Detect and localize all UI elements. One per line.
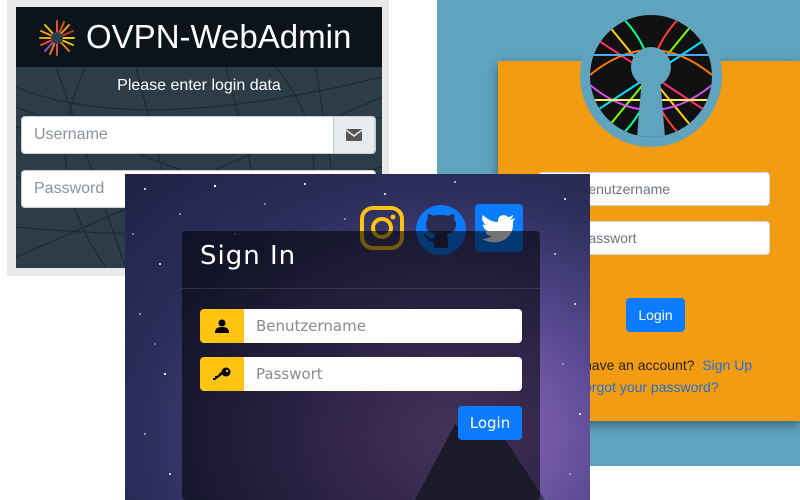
ovpn-burst-logo bbox=[39, 20, 75, 56]
login-subtitle: Please enter login data bbox=[117, 77, 281, 94]
header-bar: OVPN-WebAdmin bbox=[16, 7, 382, 67]
username-placeholder: Benutzername bbox=[579, 181, 671, 197]
email-addon bbox=[333, 116, 375, 154]
key-icon bbox=[213, 367, 231, 380]
username-group: Benutzername bbox=[200, 309, 522, 343]
app-title: OVPN-WebAdmin bbox=[86, 18, 352, 55]
username-placeholder: Benutzername bbox=[256, 317, 366, 335]
key-addon bbox=[200, 357, 244, 391]
openvpn-keyhole-logo bbox=[590, 15, 712, 137]
login-button[interactable]: Login bbox=[626, 298, 685, 332]
username-input[interactable]: Benutzername bbox=[244, 309, 522, 343]
username-placeholder: Username bbox=[34, 126, 108, 143]
user-icon bbox=[215, 319, 229, 333]
user-addon bbox=[200, 309, 244, 343]
signup-link[interactable]: Sign Up bbox=[702, 357, 752, 373]
forgot-password-link[interactable]: orgot your password? bbox=[584, 379, 719, 395]
login-button[interactable]: Login bbox=[458, 406, 522, 440]
no-account-text: have an account? bbox=[584, 357, 695, 373]
signin-card: Sign In Benutzername Passwort Login bbox=[182, 231, 540, 500]
signup-row: have an account? Sign Up bbox=[584, 357, 752, 373]
signin-title: Sign In bbox=[200, 241, 297, 271]
logo-ring bbox=[580, 5, 722, 147]
password-placeholder: Passwort bbox=[256, 365, 323, 383]
password-group: Passwort bbox=[200, 357, 522, 391]
password-placeholder: Password bbox=[34, 180, 105, 197]
divider bbox=[182, 288, 540, 289]
envelope-icon bbox=[346, 129, 362, 141]
starry-signin-window: Sign In Benutzername Passwort Login bbox=[125, 174, 590, 500]
username-input[interactable]: Username bbox=[21, 116, 376, 154]
password-input[interactable]: Passwort bbox=[244, 357, 522, 391]
